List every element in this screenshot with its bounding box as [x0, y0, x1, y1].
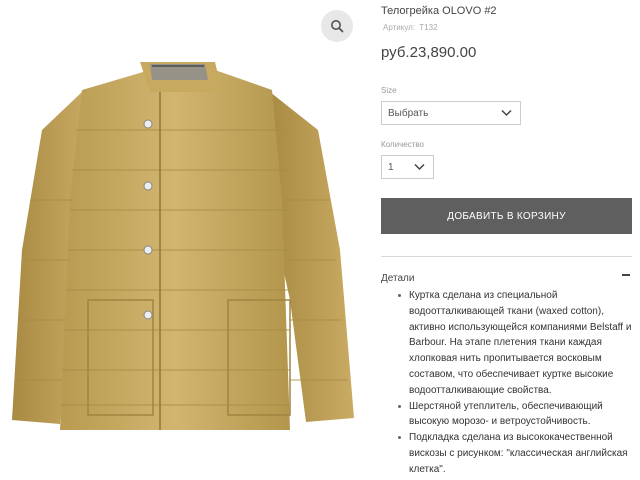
size-select-value: Выбрать — [388, 107, 429, 119]
jacket-photo — [12, 62, 354, 430]
product-sku: Артикул: T132 — [381, 23, 438, 32]
details-accordion-header[interactable]: Детали — [381, 268, 632, 284]
add-to-cart-button[interactable]: ДОБАВИТЬ В КОРЗИНУ — [381, 198, 632, 234]
size-select[interactable]: Выбрать — [381, 101, 521, 125]
section-divider — [381, 256, 632, 257]
product-image[interactable] — [0, 0, 364, 480]
list-item: Подкладка сделана из высококачественной … — [397, 430, 633, 477]
quantity-label: Количество — [381, 140, 424, 149]
product-price: руб.23,890.00 — [381, 44, 477, 61]
quantity-select[interactable]: 1 — [381, 155, 434, 179]
collapse-minus-icon — [622, 274, 630, 276]
zoom-button[interactable] — [321, 10, 353, 42]
size-label: Size — [381, 86, 397, 95]
list-item: Куртка сделана из специальной водоотталк… — [397, 288, 633, 399]
details-list: Куртка сделана из специальной водоотталк… — [397, 288, 633, 478]
chevron-down-icon — [414, 163, 425, 171]
product-title: Телогрейка OLOVO #2 — [381, 5, 497, 17]
quantity-select-value: 1 — [388, 161, 394, 173]
sku-label: Артикул: — [383, 23, 416, 32]
zoom-magnifier-icon — [331, 20, 344, 33]
details-heading: Детали — [381, 273, 415, 284]
list-item: Шерстяной утеплитель, обеспечивающий выс… — [397, 399, 633, 431]
chevron-down-icon — [501, 109, 512, 117]
sku-value: T132 — [419, 23, 438, 32]
